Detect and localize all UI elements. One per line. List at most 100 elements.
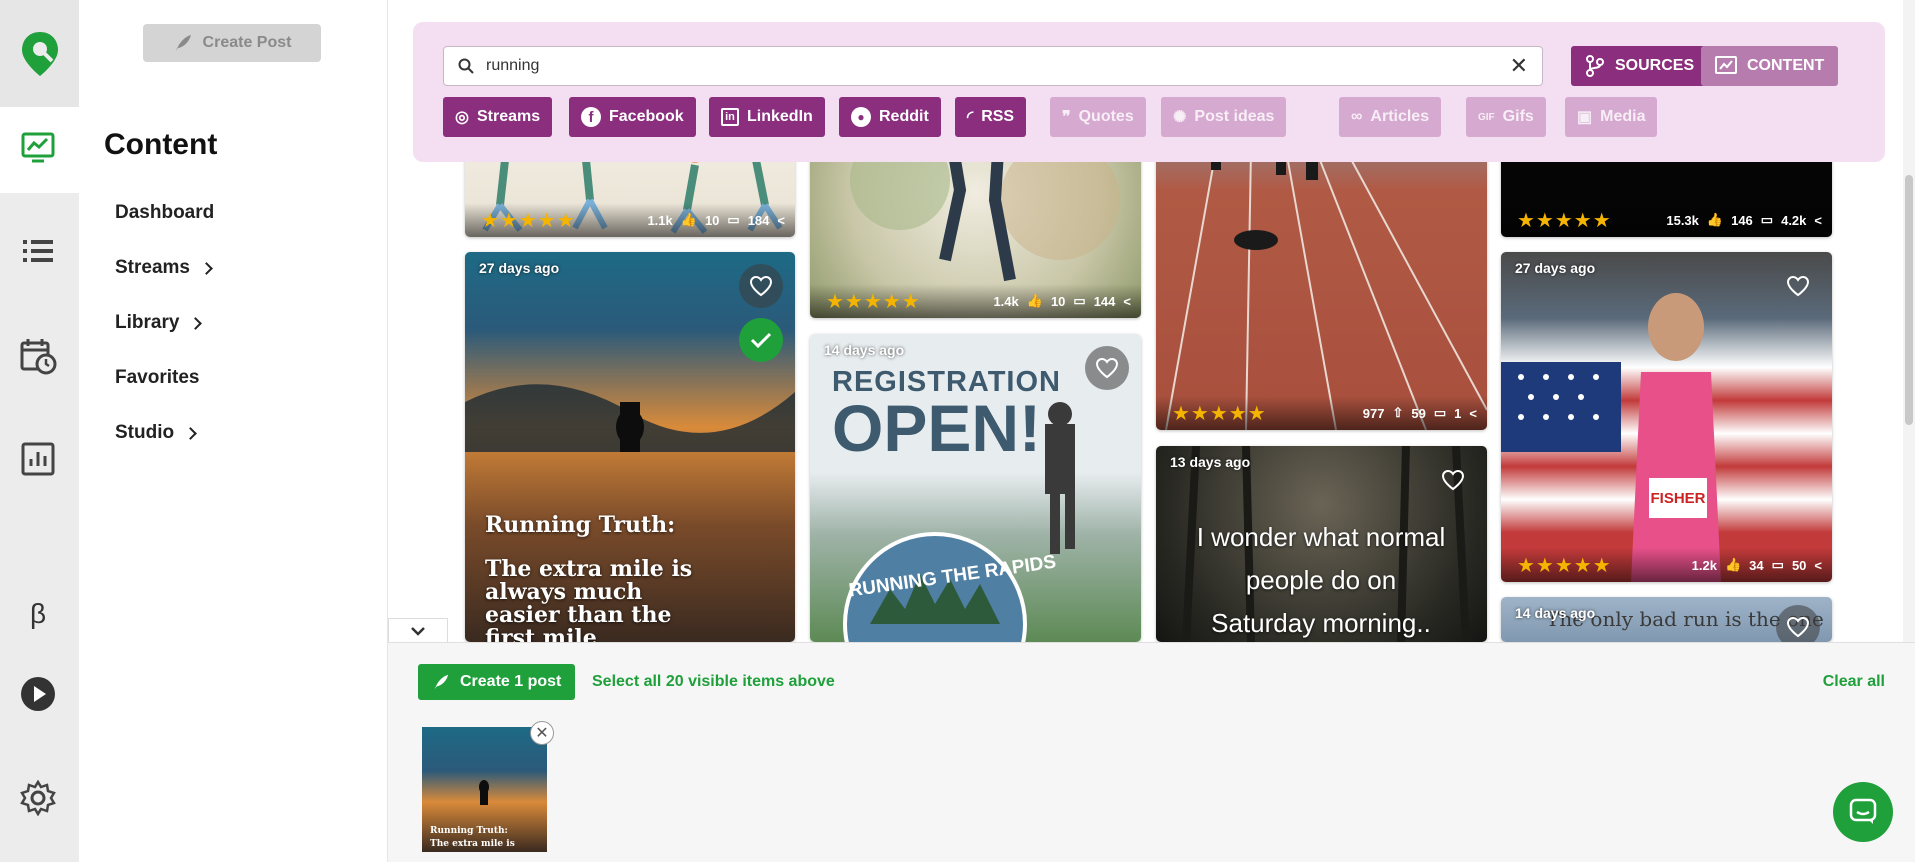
chip-label: Quotes [1078, 108, 1134, 125]
analytics-icon[interactable] [18, 439, 58, 479]
chip-streams[interactable]: ◎ Streams [443, 97, 553, 137]
comment-icon: ▭ [727, 212, 740, 227]
chip-post-ideas[interactable]: ✺ Post ideas [1161, 97, 1287, 137]
calendar-clock-icon[interactable] [18, 336, 58, 376]
shares-count: 144 [1093, 293, 1116, 309]
card-stats: 1.1k 👍 10 ▭ 184 < [647, 212, 785, 228]
heart-icon [1786, 616, 1810, 638]
card-footer: ★★★★★ 1.1k 👍 10 ▭ 184 < [465, 203, 795, 237]
chip-gifs[interactable]: GIF Gifs [1466, 97, 1546, 137]
card-stats: 977 ⇧ 59 ▭ 1 < [1363, 405, 1477, 421]
create-post-from-selection-button[interactable]: Create 1 post [418, 664, 576, 700]
chip-linkedin[interactable]: in LinkedIn [709, 97, 825, 137]
rating-stars: ★★★★★ [481, 209, 576, 232]
chevron-down-icon [411, 626, 425, 636]
nav-item-library[interactable]: Library [115, 312, 203, 334]
collapse-tray-button[interactable] [388, 618, 448, 643]
search-icon [458, 58, 474, 74]
card-quote: The extra mile is always much easier tha… [485, 556, 693, 643]
chat-launcher-button[interactable] [1833, 782, 1893, 842]
content-card-selected[interactable]: 27 days ago Running Truth: The extra mil… [465, 252, 795, 642]
scrollbar[interactable] [1903, 0, 1915, 642]
chip-label: Media [1600, 108, 1646, 125]
chip-rss[interactable]: ◜ RSS [955, 97, 1027, 137]
nav-item-label: Dashboard [115, 202, 215, 223]
gif-icon: GIF [1478, 111, 1495, 123]
content-chart-icon[interactable] [18, 128, 58, 168]
chip-facebook[interactable]: f Facebook [569, 97, 696, 137]
beta-icon[interactable]: β [18, 594, 58, 634]
card-timestamp: 27 days ago [479, 260, 560, 276]
share-icon: < [1814, 557, 1822, 573]
thumbs-up-icon: 👍 [1026, 293, 1043, 308]
clear-search-icon[interactable]: ✕ [1510, 53, 1528, 79]
heart-icon [1441, 469, 1465, 491]
favorite-heart-button[interactable] [1776, 605, 1820, 642]
content-button[interactable]: CONTENT [1701, 46, 1839, 86]
content-card[interactable]: FISHER 27 days ago ★★★★★ 1.2k 👍 34 ▭ 50 < [1501, 252, 1832, 582]
nav-item-label: Favorites [115, 367, 200, 388]
rss-icon: ◜ [967, 109, 974, 126]
selected-thumbnail[interactable]: Running Truth: The extra mile is [422, 727, 547, 852]
nav-item-streams[interactable]: Streams [115, 257, 213, 279]
card-footer: ★★★★★ 15.3k 👍 146 ▭ 4.2k < [1501, 203, 1832, 237]
upvote-icon: ⇧ [1392, 405, 1404, 420]
thumb-text: Running Truth: [430, 826, 508, 836]
content-card[interactable]: 14 days ago REGISTRATION OPEN! RUNNING T… [810, 334, 1141, 642]
logo-pin-icon [21, 31, 58, 76]
rating-stars: ★★★★★ [1172, 402, 1267, 425]
comment-icon: ▭ [1073, 293, 1086, 308]
reddit-icon: ● [851, 107, 871, 127]
content-card[interactable]: The only bad run is the one 14 days ago [1501, 597, 1832, 642]
chip-label: RSS [981, 108, 1015, 125]
card-footer: ★★★★★ 977 ⇧ 59 ▭ 1 < [1156, 396, 1487, 430]
thumbs-up-icon: 👍 [1706, 212, 1724, 227]
sources-button[interactable]: SOURCES [1571, 46, 1709, 86]
content-main: ★★★★★ 1.1k 👍 10 ▭ 184 < ★★★★★ 1.4k 👍 10 ▭ 144… [388, 0, 1915, 862]
app-logo[interactable] [0, 0, 79, 107]
remove-selection-button[interactable]: ✕ [530, 721, 554, 745]
create-post-button[interactable]: Create Post [143, 24, 321, 62]
rating-stars: ★★★★★ [1517, 209, 1612, 232]
shares-count: 4.2k [1781, 212, 1807, 228]
linkedin-icon: in [721, 108, 739, 126]
content-subnav: Create Post Content Dashboard Streams Li… [79, 0, 388, 862]
nav-item-label: Studio [115, 422, 175, 443]
content-card[interactable]: 13 days ago I wonder what normal people … [1156, 446, 1487, 642]
list-icon[interactable] [18, 232, 58, 272]
comments-count: 10 [1050, 293, 1066, 309]
select-all-link[interactable]: Select all 20 visible items above [592, 673, 835, 691]
nav-item-favorites[interactable]: Favorites [115, 367, 199, 389]
lightbulb-icon: ✺ [1173, 109, 1187, 126]
chevron-right-icon [189, 317, 203, 330]
clear-all-link[interactable]: Clear all [1823, 673, 1885, 691]
favorite-heart-button[interactable] [1431, 458, 1475, 502]
selected-check[interactable] [739, 318, 783, 362]
selection-tray: Create 1 post Select all 20 visible item… [388, 642, 1915, 862]
scrollbar-thumb[interactable] [1905, 175, 1913, 425]
bib-label: FISHER [1649, 478, 1707, 518]
likes-count: 1.4k [993, 293, 1019, 309]
thumbs-up-icon: 👍 [1724, 557, 1742, 572]
nav-item-studio[interactable]: Studio [115, 422, 197, 444]
chip-media[interactable]: ▣ Media [1565, 97, 1658, 137]
card-footer: ★★★★★ 1.4k 👍 10 ▭ 144 < [810, 284, 1141, 318]
play-icon[interactable] [18, 674, 58, 714]
heart-icon [749, 275, 773, 297]
chip-reddit[interactable]: ● Reddit [839, 97, 941, 137]
favorite-heart-button[interactable] [739, 264, 783, 308]
streams-icon: ◎ [455, 109, 469, 126]
chip-quotes[interactable]: ❞ Quotes [1050, 97, 1146, 137]
image-icon: ▣ [1577, 109, 1593, 126]
gear-icon[interactable] [18, 778, 58, 818]
search-input[interactable] [486, 57, 1510, 75]
chip-label: Gifs [1502, 108, 1534, 125]
close-icon: ✕ [535, 725, 549, 742]
nav-item-dashboard[interactable]: Dashboard [115, 202, 214, 224]
rating-stars: ★★★★★ [1517, 554, 1612, 577]
checkmark-icon [750, 332, 772, 349]
favorite-heart-button[interactable] [1776, 264, 1820, 308]
app-rail: β [0, 0, 79, 862]
chip-articles[interactable]: ∞ Articles [1339, 97, 1442, 137]
comments-count: 10 [704, 212, 720, 228]
